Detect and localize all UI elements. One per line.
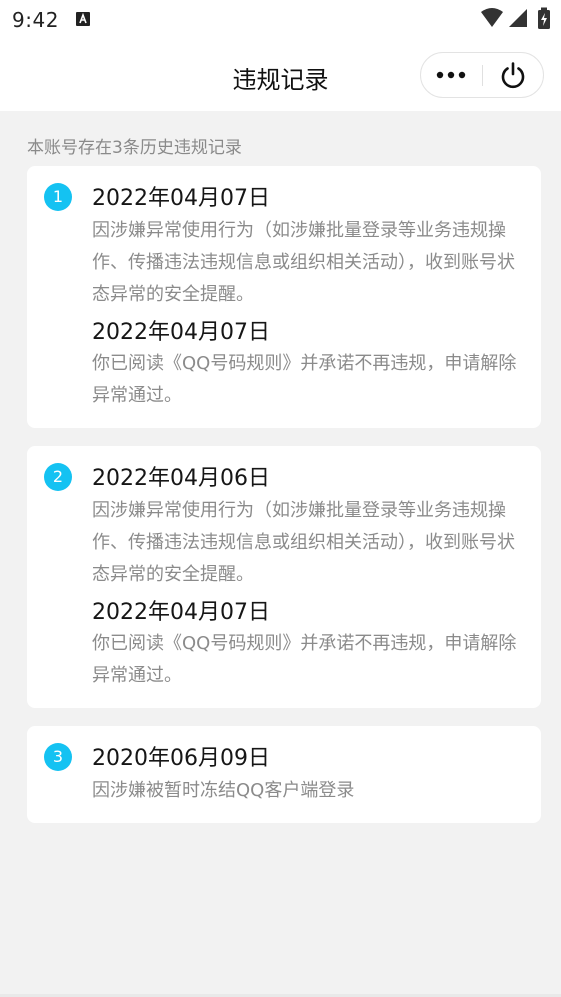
close-button[interactable] bbox=[483, 53, 544, 97]
mini-program-capsule bbox=[420, 52, 544, 98]
status-icons bbox=[479, 7, 555, 31]
violation-summary: 本账号存在3条历史违规记录 bbox=[27, 138, 242, 158]
violation-record-card: 1 2022年04月07日 因涉嫌异常使用行为（如涉嫌批量登录等业务违规操作、传… bbox=[27, 166, 541, 428]
nav-header: 违规记录 bbox=[0, 40, 561, 111]
record-description: 因涉嫌异常使用行为（如涉嫌批量登录等业务违规操作、传播违法违规信息或组织相关活动… bbox=[92, 500, 515, 585]
record-date: 2022年04月06日 bbox=[92, 466, 270, 491]
power-icon bbox=[501, 62, 525, 89]
record-index-badge: 3 bbox=[44, 743, 72, 771]
more-button[interactable] bbox=[421, 53, 482, 97]
resolve-date: 2022年04月07日 bbox=[92, 600, 270, 625]
violation-record-card: 2 2022年04月06日 因涉嫌异常使用行为（如涉嫌批量登录等业务违规操作、传… bbox=[27, 446, 541, 708]
record-date: 2020年06月09日 bbox=[92, 746, 270, 771]
status-bar: 9:42 bbox=[0, 0, 561, 40]
record-description: 因涉嫌异常使用行为（如涉嫌批量登录等业务违规操作、传播违法违规信息或组织相关活动… bbox=[92, 220, 515, 305]
record-description: 因涉嫌被暂时冻结QQ客户端登录 bbox=[92, 780, 355, 801]
resolve-text: 你已阅读《QQ号码规则》并承诺不再违规，申请解除异常通过。 bbox=[92, 633, 517, 686]
more-icon bbox=[436, 71, 466, 79]
battery-charging-icon bbox=[538, 7, 550, 29]
violation-record-card: 3 2020年06月09日 因涉嫌被暂时冻结QQ客户端登录 bbox=[27, 726, 541, 823]
wifi-icon bbox=[481, 8, 503, 27]
record-index-badge: 2 bbox=[44, 463, 72, 491]
record-date: 2022年04月07日 bbox=[92, 186, 270, 211]
a-notification-icon bbox=[76, 12, 90, 26]
record-index-badge: 1 bbox=[44, 183, 72, 211]
status-time: 9:42 bbox=[12, 8, 59, 32]
resolve-date: 2022年04月07日 bbox=[92, 320, 270, 345]
signal-icon bbox=[509, 9, 527, 27]
resolve-text: 你已阅读《QQ号码规则》并承诺不再违规，申请解除异常通过。 bbox=[92, 353, 517, 406]
